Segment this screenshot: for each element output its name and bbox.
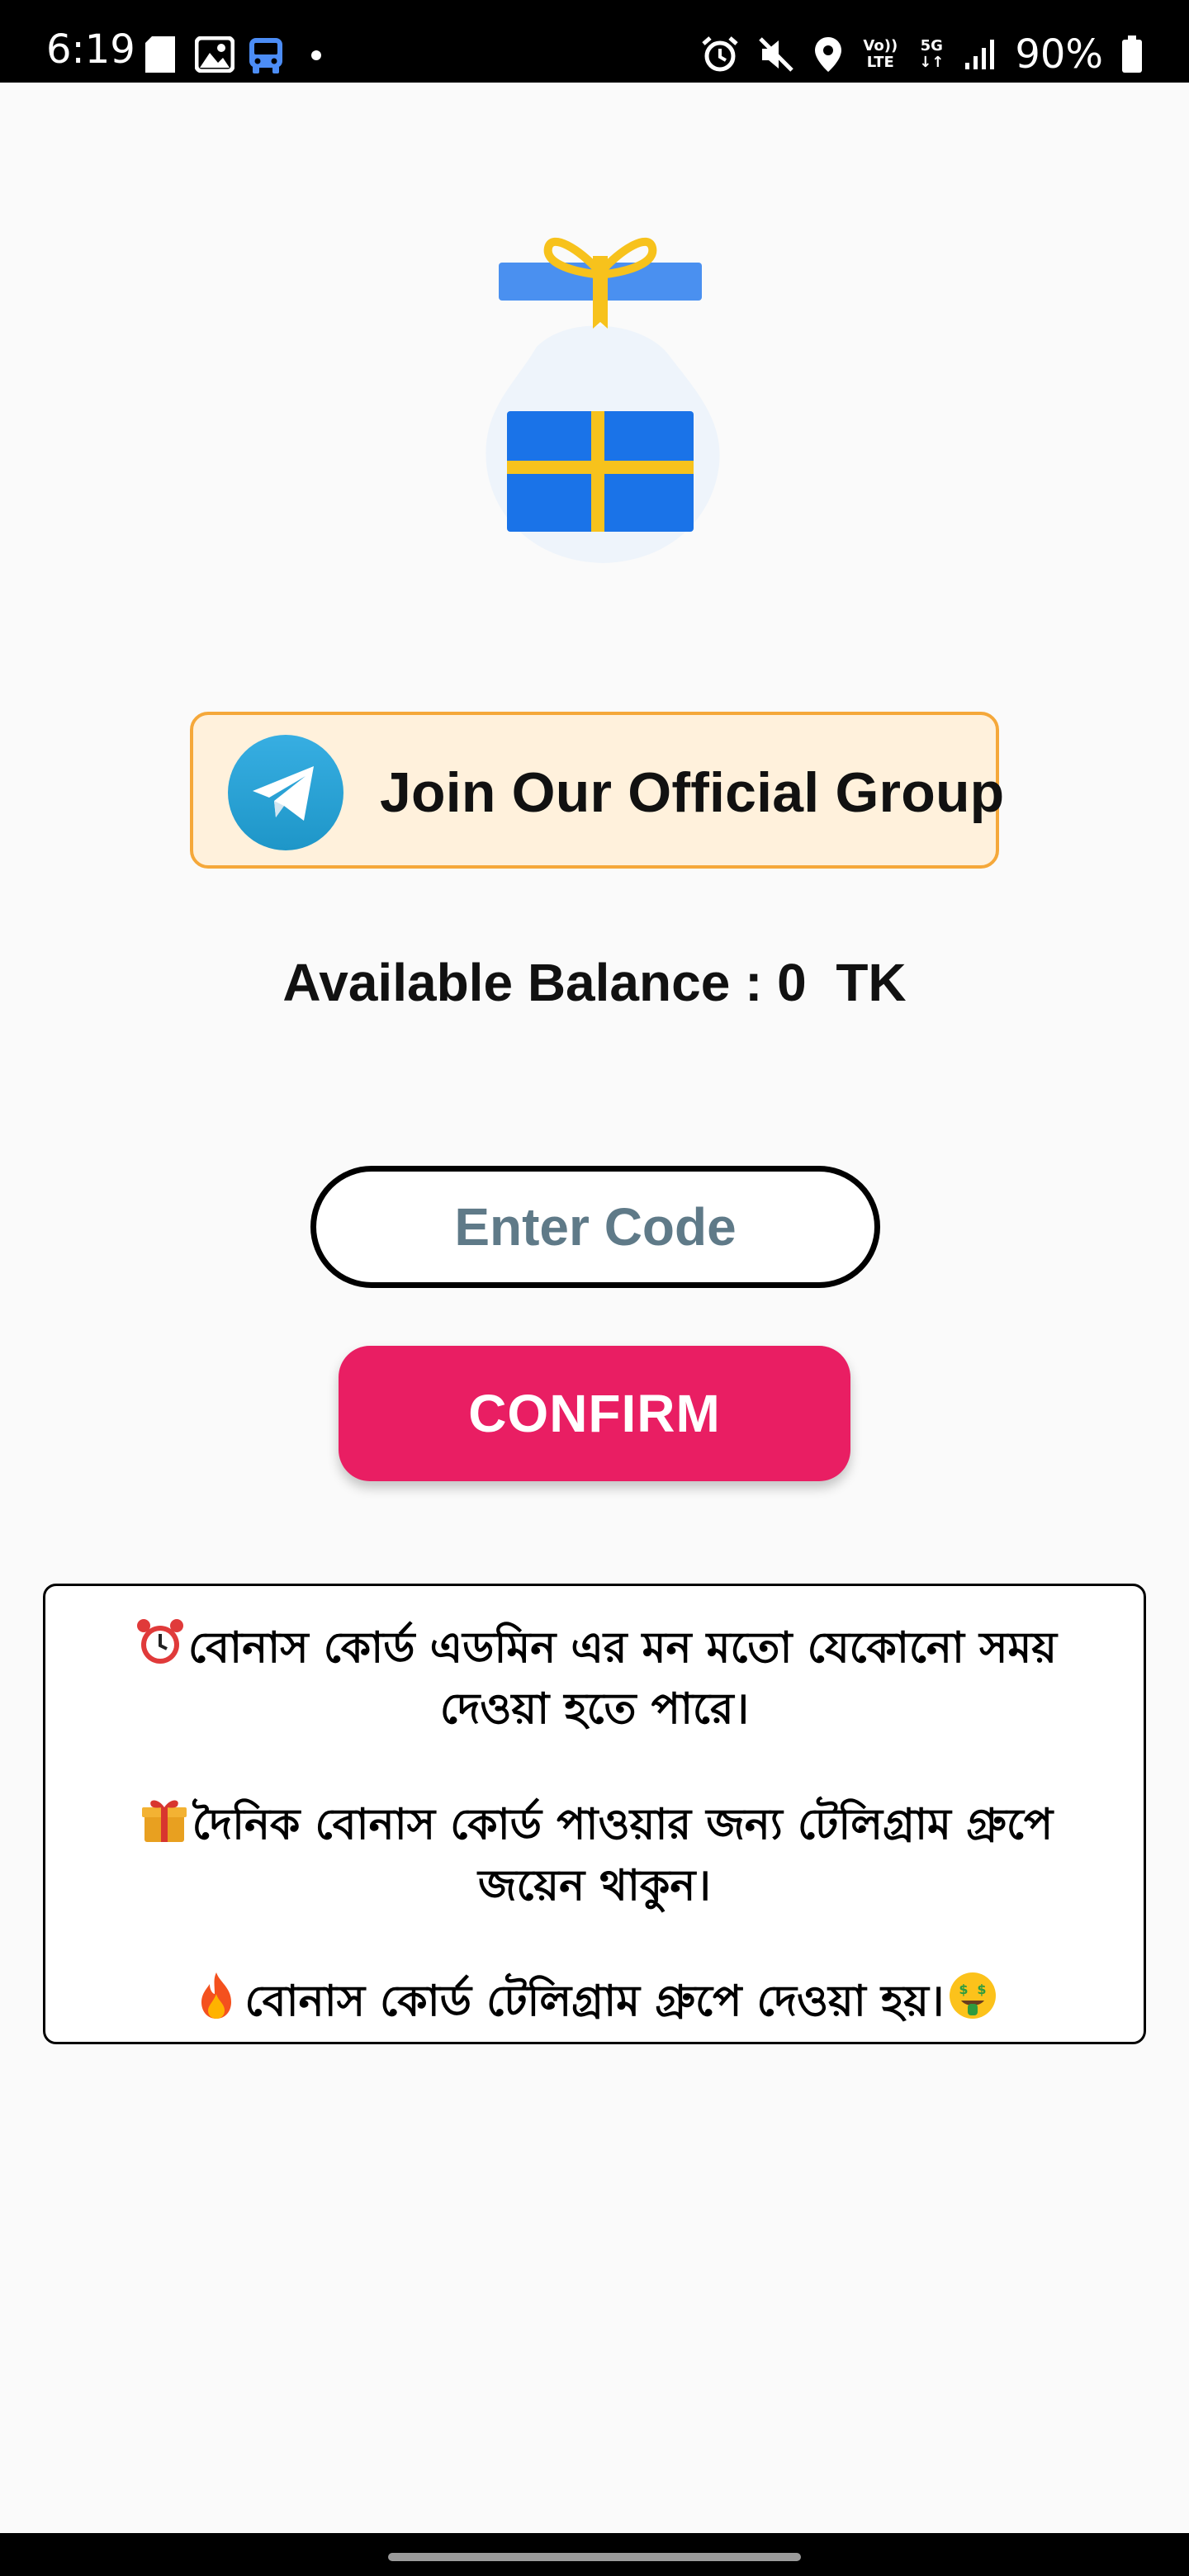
notice-1-line-1: বোনাস কোর্ড এডমিন এর মন মতো যেকোনো সময় — [78, 1617, 1111, 1679]
gift-icon — [486, 237, 720, 563]
notice-2-line-1: দৈনিক বোনাস কোর্ড পাওয়ার জন্য টেলিগ্রাম… — [78, 1794, 1111, 1855]
alarm-icon — [702, 36, 738, 72]
confirm-button[interactable]: CONFIRM — [339, 1346, 850, 1481]
screen: 6:19 Vo)) LTE 5G ↓↑ 90% Join Our Officia… — [0, 0, 1189, 2576]
volte-top-label: Vo)) — [863, 37, 898, 54]
battery-icon — [1122, 36, 1142, 73]
volte-icon: Vo)) LTE — [861, 38, 899, 71]
notice-3-line-1: বোনাস কোর্ড টেলিগ্রাম গ্রুপে দেওয়া হয়।… — [78, 1971, 1111, 2032]
mute-icon — [759, 37, 794, 72]
notice-1-line-2: দেওয়া হতে পারে। — [439, 1684, 750, 1734]
notice-3-text-1: বোনাস কোর্ড টেলিগ্রাম গ্রুপে দেওয়া হয়। — [244, 1977, 945, 2026]
join-group-label: Join Our Official Group — [380, 761, 1005, 824]
status-bar: 6:19 Vo)) LTE 5G ↓↑ 90% — [0, 0, 1189, 83]
alarm-clock-icon — [137, 1619, 183, 1664]
fire-icon — [201, 1972, 232, 2019]
notice-2-line-2: জয়েন থাকুন। — [478, 1861, 711, 1911]
dot-icon — [311, 50, 321, 60]
telegram-icon — [228, 735, 343, 850]
notice-2-text-1: দৈনিক বোনাস কোর্ড পাওয়ার জন্য টেলিগ্রাম… — [192, 1800, 1054, 1849]
volte-bottom-label: LTE — [866, 54, 894, 71]
sd-card-icon — [145, 36, 175, 73]
signal-icon — [965, 40, 995, 69]
available-balance: Available Balance : 0 TK — [282, 953, 907, 1012]
5g-icon: 5G ↓↑ — [919, 37, 945, 71]
svg-text:$: $ — [959, 1982, 968, 1997]
location-icon — [815, 37, 842, 72]
navigation-bar — [0, 2533, 1189, 2576]
money-face-icon: $ $ — [949, 1972, 996, 2019]
home-indicator[interactable] — [388, 2553, 801, 2561]
image-icon — [195, 36, 234, 73]
gift-emoji-icon — [141, 1800, 187, 1842]
svg-text:$: $ — [977, 1982, 986, 1997]
notice-1-text-1: বোনাস কোর্ড এডমিন এর মন মতো যেকোনো সময় — [188, 1623, 1057, 1673]
bus-icon — [249, 38, 282, 73]
code-input[interactable] — [310, 1166, 880, 1288]
status-time: 6:19 — [46, 26, 135, 73]
join-group-button[interactable]: Join Our Official Group — [190, 712, 1004, 869]
battery-percent: 90% — [1015, 31, 1103, 78]
notice-box: বোনাস কোর্ড এডমিন এর মন মতো যেকোনো সময় … — [43, 1584, 1146, 2044]
status-right-icons: Vo)) LTE 5G ↓↑ 90% — [701, 30, 1143, 79]
5g-label: 5G — [920, 37, 943, 54]
